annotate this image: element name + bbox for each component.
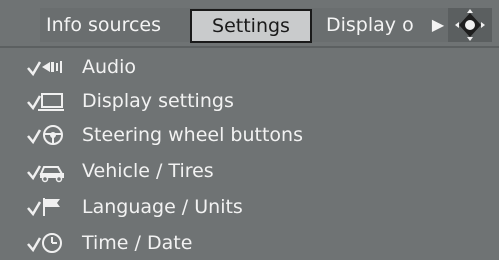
- menu-item-language-units[interactable]: Language / Units: [0, 190, 499, 224]
- menu-item-label: Language / Units: [82, 196, 243, 218]
- menu-item-vehicle-tires[interactable]: Vehicle / Tires: [0, 154, 499, 188]
- display-settings-icon: [24, 88, 68, 114]
- menu-item-label: Vehicle / Tires: [82, 160, 214, 182]
- menu-item-label: Steering wheel buttons: [82, 124, 303, 146]
- audio-icon: [24, 54, 68, 80]
- menu-item-display-settings[interactable]: Display settings: [0, 84, 499, 118]
- language-icon: [24, 194, 68, 220]
- vehicle-icon: [24, 158, 68, 184]
- controller-icon: [448, 8, 492, 42]
- menu-item-time-date[interactable]: Time / Date: [0, 226, 499, 260]
- tab-display-options[interactable]: Display o: [326, 8, 430, 42]
- tab-bar: Info sources Settings Display o ▶: [40, 8, 492, 43]
- menu-item-label: Audio: [82, 56, 137, 78]
- menu-item-label: Display settings: [82, 90, 234, 112]
- steering-wheel-icon: [24, 122, 68, 148]
- scroll-right-arrow-icon[interactable]: ▶: [430, 12, 446, 38]
- clock-icon: [24, 230, 68, 256]
- menu-item-label: Time / Date: [82, 232, 193, 254]
- menu-item-audio[interactable]: Audio: [0, 50, 499, 84]
- idrive-screen: Info sources Settings Display o ▶ Audio …: [0, 0, 499, 260]
- tab-settings[interactable]: Settings: [190, 9, 312, 43]
- menu-item-steering-wheel-buttons[interactable]: Steering wheel buttons: [0, 118, 499, 152]
- tab-divider: [0, 46, 499, 48]
- tab-info-sources[interactable]: Info sources: [46, 8, 184, 42]
